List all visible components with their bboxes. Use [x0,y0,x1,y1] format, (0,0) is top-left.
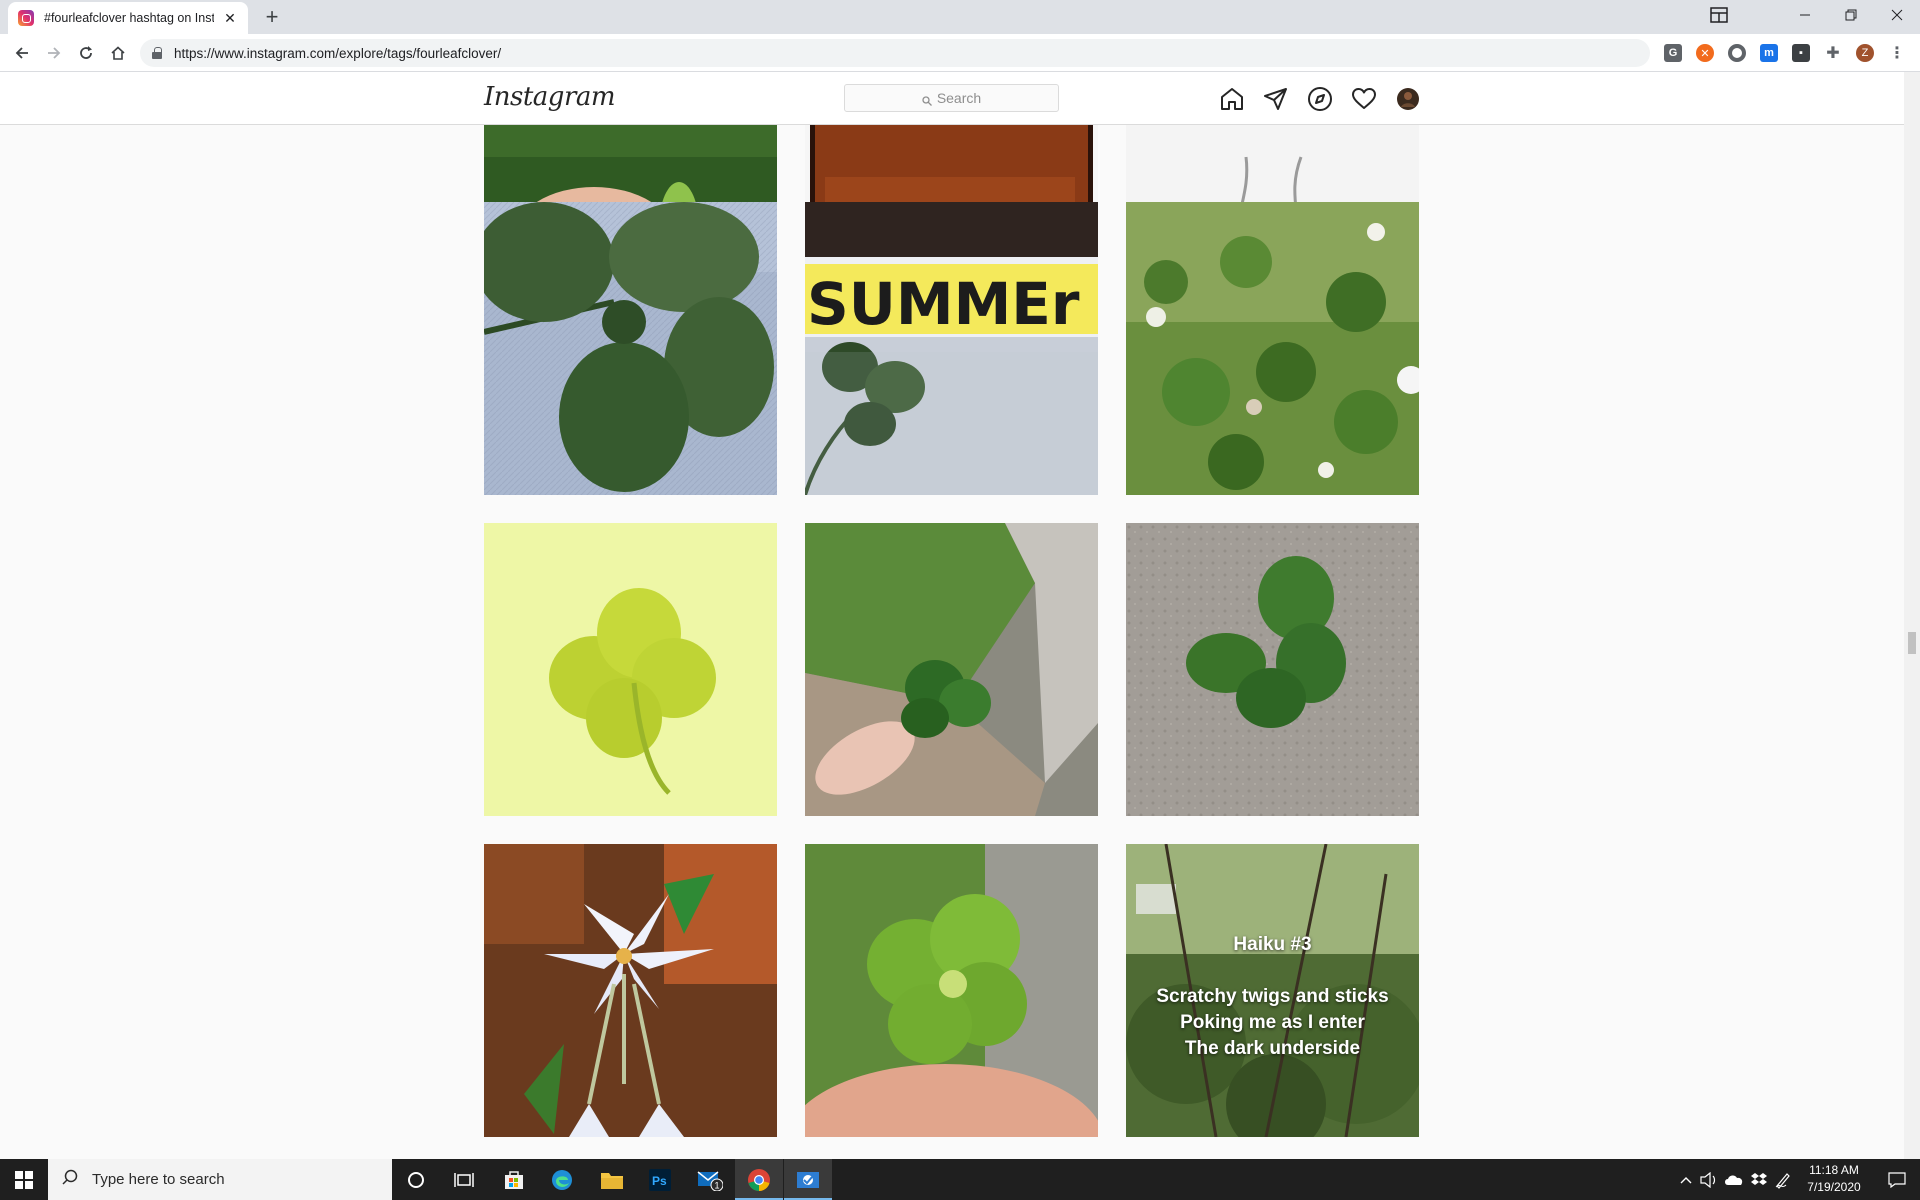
clock-date: 7/19/2020 [1807,1180,1861,1194]
clover-patch-image [1126,202,1419,495]
extension-circle-icon[interactable] [1728,44,1746,62]
tab-search-icon[interactable] [1696,0,1742,30]
extension-g-icon[interactable]: G [1664,44,1682,62]
post-tile[interactable] [484,523,777,816]
post-tile[interactable] [484,202,777,495]
post-tile[interactable] [805,523,1098,816]
post-tile[interactable]: SUMMEr [805,202,1098,495]
post-tile[interactable] [1126,523,1419,816]
mail-badge: 1 [715,1180,720,1190]
taskbar-search-box[interactable]: Type here to search [48,1159,392,1200]
post-tile[interactable] [484,844,777,1137]
search-icon [62,1169,78,1190]
browser-tab-instagram[interactable]: #fourleafclover hashtag on Insta ✕ [8,2,248,34]
minimize-button[interactable] [1782,0,1828,30]
svg-text:Ps: Ps [652,1174,667,1188]
edge-browser-icon[interactable] [538,1159,586,1200]
summer-overlay-text: SUMMEr [807,270,1080,338]
extension-orange-icon[interactable]: ✕ [1696,44,1714,62]
action-center-icon[interactable] [1874,1159,1920,1200]
instagram-header: Instagram Search [0,72,1904,125]
task-view-icon[interactable] [440,1159,488,1200]
mail-icon[interactable]: 1 [686,1159,734,1200]
pen-workspace-icon[interactable] [1772,1159,1794,1200]
close-window-button[interactable] [1874,0,1920,30]
instagram-logo[interactable]: Instagram [484,82,616,112]
home-browser-icon[interactable] [106,41,130,65]
page-scrollbar[interactable] [1904,72,1920,1159]
hashtag-post-grid: SUMMEr Haiku #3 Scratchy twigs and stick… [0,125,1904,1159]
post-tile[interactable] [1126,202,1419,495]
search-input[interactable]: Search [844,84,1059,112]
clover-on-denim-image [484,202,777,495]
reload-icon[interactable] [74,41,98,65]
taskbar-search-placeholder: Type here to search [92,1171,225,1188]
photoshop-icon[interactable]: Ps [636,1159,684,1200]
new-tab-button[interactable]: + [260,6,284,30]
haiku-line-3: The dark underside [1184,1038,1361,1059]
haiku-line-1: Scratchy twigs and sticks [1156,986,1389,1007]
lock-icon [152,47,162,59]
tray-chevron-up-icon[interactable] [1676,1159,1696,1200]
file-explorer-icon[interactable] [588,1159,636,1200]
taskbar-clock[interactable]: 11:18 AM 7/19/2020 [1796,1162,1872,1196]
search-placeholder: Search [936,90,982,106]
windows-taskbar: Type here to search Ps 1 11:18 AM 7/19/2… [0,1159,1920,1200]
tab-title: #fourleafclover hashtag on Insta [44,11,214,25]
microsoft-store-icon[interactable] [490,1159,538,1200]
dropbox-icon[interactable] [1748,1159,1770,1200]
instagram-favicon-icon [18,10,34,26]
profile-avatar-icon[interactable]: Z [1856,44,1874,62]
extension-blue-icon[interactable]: m [1760,44,1778,62]
clover-held-outdoors-image [805,523,1098,816]
browser-toolbar: https://www.instagram.com/explore/tags/f… [0,34,1920,72]
post-tile[interactable] [805,844,1098,1137]
tab-close-icon[interactable]: ✕ [222,10,238,27]
clock-time: 11:18 AM [1809,1163,1859,1177]
post-tile-haiku[interactable]: Haiku #3 Scratchy twigs and sticks Pokin… [1126,844,1419,1137]
windows-start-icon[interactable] [0,1159,48,1200]
extension-dark-icon[interactable]: ▪ [1792,44,1810,62]
yellow-clover-image [484,523,777,816]
white-lily-image [484,844,777,1137]
activity-heart-icon[interactable] [1351,86,1377,112]
onedrive-icon[interactable] [1722,1159,1746,1200]
haiku-line-2: Poking me as I enter [1180,1012,1365,1033]
profile-avatar[interactable] [1395,86,1421,112]
url-text: https://www.instagram.com/explore/tags/f… [174,45,502,61]
extensions-puzzle-icon[interactable]: ✚ [1824,44,1842,62]
volume-icon[interactable] [1698,1159,1720,1200]
back-icon[interactable] [10,41,34,65]
browser-tab-strip: #fourleafclover hashtag on Insta ✕ + [0,0,1920,34]
search-icon [922,93,932,106]
explore-icon[interactable] [1307,86,1333,112]
browser-menu-icon[interactable]: ⋮ [1888,44,1906,62]
cortana-icon[interactable] [392,1159,440,1200]
clover-held-image [805,844,1098,1137]
restore-button[interactable] [1828,0,1874,30]
haiku-title: Haiku #3 [1233,934,1312,955]
clover-on-concrete-image [1126,523,1419,816]
forward-icon[interactable] [42,41,66,65]
address-bar[interactable]: https://www.instagram.com/explore/tags/f… [140,39,1650,67]
scrollbar-thumb[interactable] [1908,632,1916,654]
app-taskbar-icon[interactable] [784,1159,832,1200]
summer-card-image: SUMMEr [805,202,1098,495]
home-icon[interactable] [1219,86,1245,112]
direct-message-icon[interactable] [1263,86,1289,112]
chrome-taskbar-icon[interactable] [735,1159,783,1200]
